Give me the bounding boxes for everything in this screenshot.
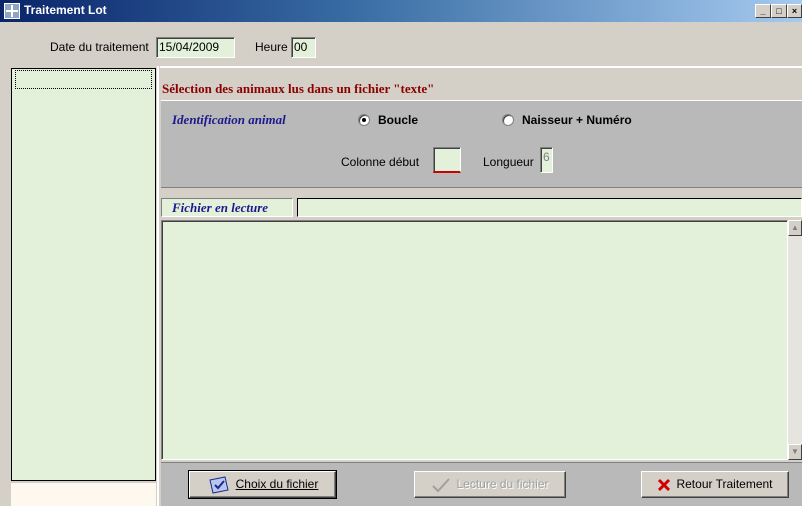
radio-boucle[interactable] [358,114,370,126]
identification-label: Identification animal [172,112,286,127]
colonne-label: Colonne début [341,155,420,169]
minimize-button[interactable]: _ [755,4,771,18]
date-field[interactable]: 15/04/2009 [156,37,235,58]
selection-title: Sélection des animaux lus dans un fichie… [162,81,435,96]
radio-boucle-label[interactable]: Boucle [378,113,418,127]
close-button[interactable]: × [787,4,802,18]
checkmark-icon [432,478,451,493]
radio-naisseur-label[interactable]: Naisseur + Numéro [522,113,632,127]
list-item-selected[interactable] [15,70,152,89]
retour-traitement-label: Retour Traitement [676,477,773,491]
fichier-label: Fichier en lecture [161,198,293,217]
fichier-path-field[interactable] [297,198,802,217]
title-bar[interactable]: Traitement Lot _ □ × [0,0,802,22]
folder-check-icon [209,476,229,494]
choix-fichier-button[interactable]: Choix du fichier [188,470,337,499]
date-label: Date du traitement [50,40,149,54]
longueur-label: Longueur [483,155,534,169]
choix-fichier-label: Choix du fichier [235,477,319,491]
animal-list[interactable] [11,68,156,481]
scroll-down-icon[interactable]: ▼ [788,444,802,460]
maximize-button[interactable]: □ [771,4,787,18]
left-footer-area [11,483,156,506]
vertical-scrollbar[interactable]: ▲ ▼ [788,220,802,460]
heure-label: Heure [255,40,288,54]
longueur-field[interactable]: 6 [540,147,553,173]
scroll-up-icon[interactable]: ▲ [788,220,802,236]
file-content-textarea[interactable] [161,220,788,460]
colonne-field[interactable] [433,147,461,173]
red-x-icon [658,478,671,491]
radio-naisseur[interactable] [502,114,514,126]
heure-field[interactable]: 00 [291,37,316,58]
app-icon [4,3,20,19]
divider [157,66,159,506]
divider [160,66,802,68]
lecture-fichier-label: Lecture du fichier [456,477,549,491]
lecture-fichier-button[interactable]: Lecture du fichier [414,471,566,498]
window-title: Traitement Lot [24,3,107,17]
retour-traitement-button[interactable]: Retour Traitement [641,471,789,498]
